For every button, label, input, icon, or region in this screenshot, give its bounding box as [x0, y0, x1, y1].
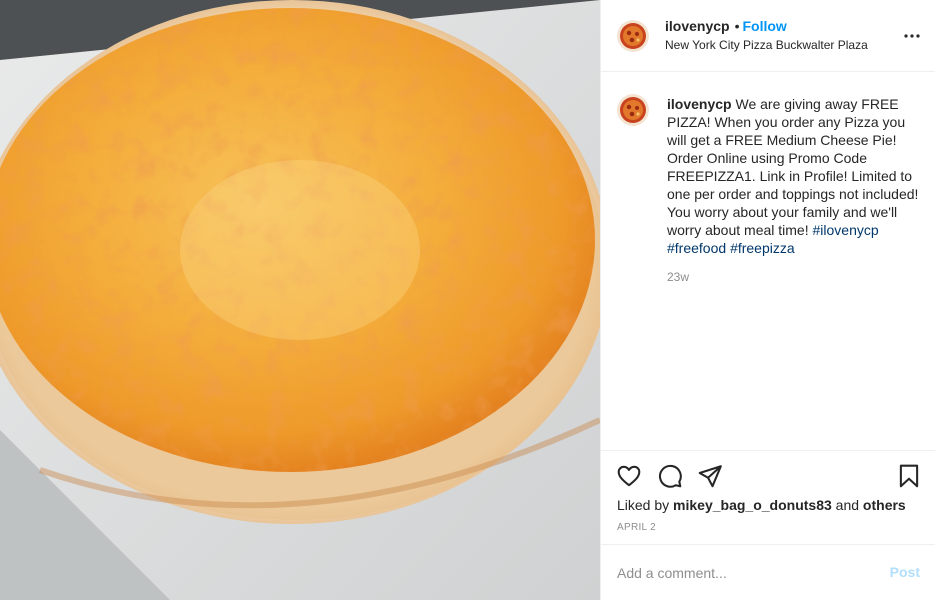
liked-by-line: Liked by mikey_bag_o_donuts83 and others	[617, 497, 906, 513]
more-options-icon[interactable]	[902, 26, 922, 46]
caption-time-ago[interactable]: 23w	[667, 270, 689, 284]
location-link[interactable]: New York City Pizza Buckwalter Plaza	[665, 38, 868, 52]
avatar[interactable]	[617, 20, 649, 52]
post-side-panel: ilovenycp • Follow New York City Pizza Buc…	[600, 0, 935, 600]
header-username[interactable]: ilovenycp	[665, 18, 730, 34]
comment-box: Post	[601, 544, 935, 600]
instagram-post: ilovenycp • Follow New York City Pizza Buc…	[0, 0, 935, 600]
caption-username[interactable]: ilovenycp	[667, 96, 732, 112]
bookmark-icon[interactable]	[896, 463, 922, 489]
pizza-logo-icon	[617, 20, 649, 52]
heart-icon[interactable]	[616, 463, 642, 489]
pizza-logo-icon	[617, 94, 649, 126]
post-date[interactable]: APRIL 2	[617, 522, 656, 533]
comment-input[interactable]	[617, 563, 867, 583]
liked-by-and: and	[835, 497, 860, 513]
hashtag-ilovenycp[interactable]: #ilovenycp	[813, 222, 879, 238]
pizza-photo	[0, 0, 600, 600]
post-header: ilovenycp • Follow New York City Pizza Buc…	[601, 0, 935, 72]
post-photo[interactable]	[0, 0, 600, 600]
liked-by-prefix: Liked by	[617, 497, 670, 513]
liked-by-others-link[interactable]: others	[863, 497, 906, 513]
caption-text: ilovenycp We are giving away FREE PIZZA!…	[667, 95, 927, 257]
header-line: ilovenycp • Follow	[665, 18, 787, 34]
caption-avatar[interactable]	[617, 94, 649, 126]
share-icon[interactable]	[697, 463, 723, 489]
hashtag-freepizza[interactable]: #freepizza	[730, 240, 795, 256]
comment-icon[interactable]	[657, 463, 683, 489]
header-separator: •	[734, 18, 740, 34]
caption-body: We are giving away FREE PIZZA! When you …	[667, 96, 919, 238]
post-comment-button[interactable]: Post	[890, 564, 920, 580]
follow-button[interactable]: Follow	[743, 18, 787, 34]
caption-area: ilovenycp We are giving away FREE PIZZA!…	[601, 72, 935, 450]
liked-by-user-link[interactable]: mikey_bag_o_donuts83	[673, 497, 832, 513]
hashtag-freefood[interactable]: #freefood	[667, 240, 726, 256]
action-bar: Liked by mikey_bag_o_donuts83 and others…	[601, 450, 935, 544]
